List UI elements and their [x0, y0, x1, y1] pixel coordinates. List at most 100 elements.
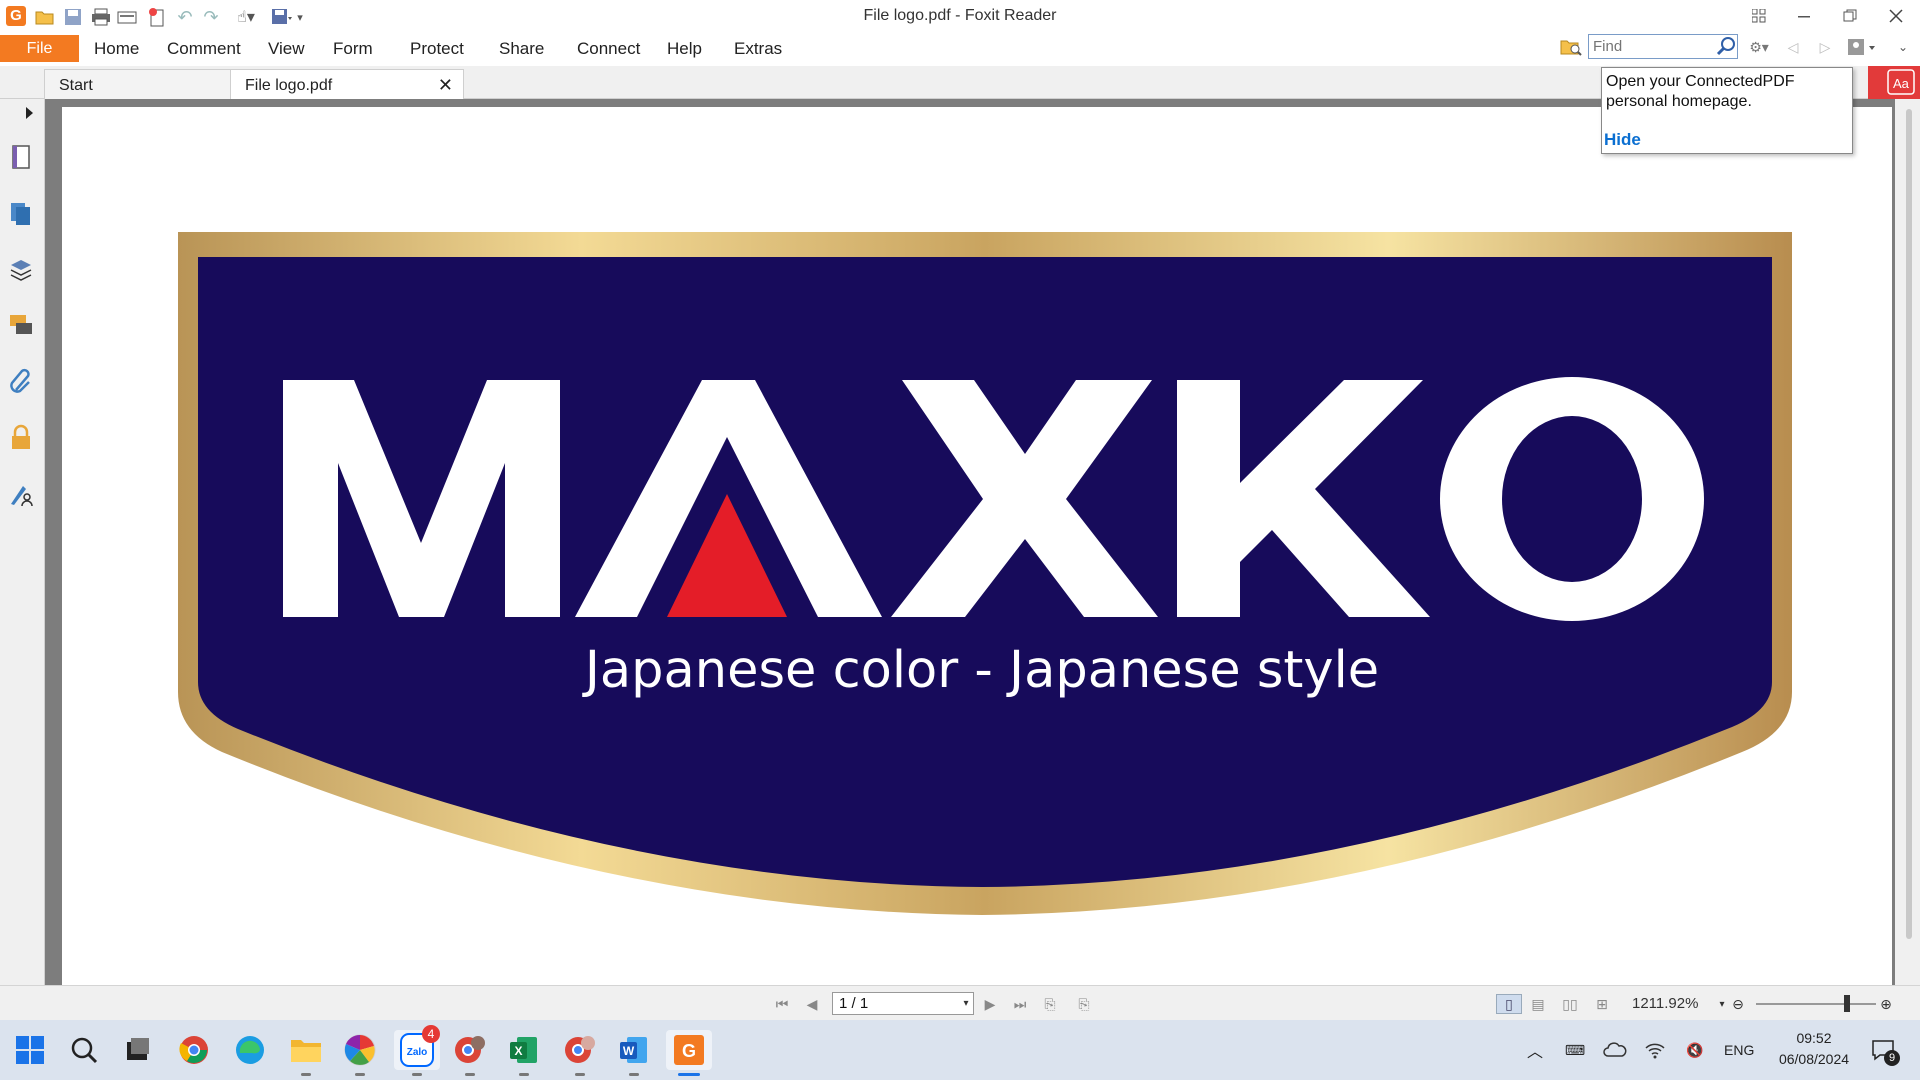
navigation-panel — [0, 99, 45, 985]
restore-button[interactable] — [1828, 2, 1872, 30]
zoom-level[interactable]: 1211.92% — [1632, 995, 1698, 1012]
previous-page-icon[interactable]: ◀ — [802, 994, 822, 1014]
running-indicator — [355, 1073, 365, 1076]
connected-pdf-badge[interactable]: Aa — [1868, 66, 1920, 99]
bookmarks-icon[interactable] — [8, 200, 36, 228]
tab-start[interactable]: Start — [44, 69, 234, 99]
expand-panel-icon[interactable] — [26, 107, 33, 119]
next-page-icon[interactable]: ▶ — [980, 994, 1000, 1014]
facing-view-icon[interactable]: ▯▯ — [1560, 994, 1580, 1014]
running-indicator — [465, 1073, 475, 1076]
security-lock-icon[interactable] — [8, 424, 36, 452]
single-page-view-icon[interactable]: ▯ — [1496, 994, 1522, 1014]
wifi-icon[interactable] — [1640, 1030, 1670, 1070]
tab-extras[interactable]: Extras — [734, 39, 782, 59]
zalo-notification-badge: 4 — [422, 1025, 440, 1043]
tab-home[interactable]: Home — [94, 39, 139, 59]
zoom-out-icon[interactable]: ⊖ — [1728, 994, 1748, 1014]
svg-text:Zalo: Zalo — [407, 1047, 428, 1058]
close-window-button[interactable] — [1874, 2, 1918, 30]
show-hidden-icons-icon[interactable]: ︿ — [1520, 1030, 1550, 1070]
file-menu-tab[interactable]: File — [0, 35, 79, 62]
search-folder-icon[interactable] — [1560, 36, 1582, 58]
search-icon[interactable] — [1716, 36, 1738, 58]
running-indicator — [629, 1073, 639, 1076]
next-view-icon[interactable]: ⎘ — [1074, 994, 1094, 1014]
ribbon-display-icon[interactable] — [1737, 2, 1781, 30]
running-indicator — [301, 1073, 311, 1076]
tab-connect[interactable]: Connect — [577, 39, 640, 59]
svg-text:X: X — [514, 1044, 522, 1058]
picasa-icon[interactable] — [340, 1030, 380, 1076]
chrome-profile-icon[interactable] — [450, 1030, 490, 1076]
clock-time[interactable]: 09:52 — [1784, 1030, 1844, 1046]
window-title: File logo.pdf - Foxit Reader — [863, 7, 1057, 24]
running-indicator — [575, 1073, 585, 1076]
onedrive-icon[interactable] — [1600, 1030, 1630, 1070]
keyboard-icon[interactable]: ⌨ — [1560, 1030, 1590, 1070]
zoom-in-icon[interactable]: ⊕ — [1876, 994, 1896, 1014]
page-number-input[interactable] — [832, 992, 974, 1015]
maxko-logo: Japanese color - Japanese style — [178, 232, 1792, 915]
page-dropdown-icon[interactable]: ▾ — [956, 993, 976, 1013]
running-indicator — [678, 1073, 700, 1076]
document-viewport[interactable]: Japanese color - Japanese style — [45, 99, 1895, 987]
clock-date[interactable]: 06/08/2024 — [1770, 1051, 1858, 1067]
tab-view[interactable]: View — [268, 39, 305, 59]
running-indicator — [519, 1073, 529, 1076]
attachments-icon[interactable] — [8, 368, 36, 396]
volume-muted-icon[interactable]: 🔇 — [1680, 1030, 1710, 1070]
close-tab-icon[interactable]: ✕ — [438, 75, 453, 96]
excel-icon[interactable]: X — [504, 1030, 544, 1076]
previous-result-icon[interactable]: ◁ — [1782, 36, 1804, 58]
pdf-page: Japanese color - Japanese style — [62, 107, 1892, 987]
signatures-icon[interactable] — [8, 480, 36, 508]
svg-text:W: W — [623, 1044, 635, 1058]
tab-help[interactable]: Help — [667, 39, 702, 59]
next-result-icon[interactable]: ▷ — [1814, 36, 1836, 58]
windows-start-icon[interactable] — [10, 1030, 50, 1070]
vertical-scrollbar[interactable] — [1898, 99, 1920, 985]
layers-icon[interactable] — [8, 256, 36, 284]
settings-gear-icon[interactable]: ⚙▾ — [1744, 36, 1774, 58]
letter-o — [1440, 377, 1704, 621]
zoom-slider-thumb[interactable] — [1844, 995, 1850, 1012]
tab-start-label: Start — [59, 77, 93, 94]
comments-icon[interactable] — [8, 312, 36, 340]
foxit-reader-icon[interactable]: G — [666, 1030, 712, 1076]
notifications-icon[interactable]: 9 — [1866, 1030, 1900, 1070]
scrollbar-thumb[interactable] — [1906, 109, 1912, 939]
continuous-view-icon[interactable]: ▤ — [1528, 994, 1548, 1014]
file-explorer-icon[interactable] — [286, 1030, 326, 1076]
edge-icon[interactable] — [230, 1030, 270, 1070]
language-indicator[interactable]: ENG — [1724, 1042, 1754, 1058]
minimize-button[interactable] — [1782, 2, 1826, 30]
zoom-slider[interactable] — [1756, 1003, 1876, 1005]
tab-file-logo[interactable]: File logo.pdf ✕ — [230, 69, 464, 99]
chrome-icon[interactable] — [174, 1030, 214, 1070]
word-icon[interactable]: W — [614, 1030, 654, 1076]
chrome-profile-2-icon[interactable] — [560, 1030, 600, 1076]
connected-pdf-user-icon[interactable] — [1846, 36, 1878, 58]
previous-view-icon[interactable]: ⎘ — [1040, 994, 1060, 1014]
tab-form[interactable]: Form — [333, 39, 373, 59]
task-view-icon[interactable] — [118, 1030, 158, 1070]
status-bar: ⏮ ◀ ▾ ▶ ⏭ ⎘ ⎘ ▯ ▤ ▯▯ ⊞ 1211.92% ▾ ⊖ ⊕ — [0, 985, 1920, 1020]
page-thumbnails-icon[interactable] — [8, 144, 36, 172]
svg-text:Aa: Aa — [1893, 76, 1910, 91]
tab-protect[interactable]: Protect — [410, 39, 464, 59]
notification-count-badge: 9 — [1884, 1050, 1900, 1066]
tooltip-hide-link[interactable]: Hide — [1604, 130, 1641, 150]
tab-share[interactable]: Share — [499, 39, 544, 59]
zalo-icon[interactable]: Zalo 4 — [394, 1025, 440, 1076]
last-page-icon[interactable]: ⏭ — [1010, 994, 1030, 1014]
search-icon[interactable] — [64, 1030, 104, 1070]
continuous-facing-view-icon[interactable]: ⊞ — [1592, 994, 1612, 1014]
connected-pdf-tooltip: Open your ConnectedPDF personal homepage… — [1601, 67, 1853, 154]
tab-comment[interactable]: Comment — [167, 39, 241, 59]
tab-file-logo-label: File logo.pdf — [245, 77, 333, 94]
collapse-ribbon-icon[interactable]: ⌄ — [1892, 36, 1914, 58]
windows-taskbar: Zalo 4 X W G ︿ ⌨ 🔇 ENG 09:52 06/08/2024 … — [0, 1020, 1920, 1080]
tooltip-text: Open your ConnectedPDF personal homepage… — [1606, 73, 1795, 110]
first-page-icon[interactable]: ⏮ — [772, 994, 792, 1014]
